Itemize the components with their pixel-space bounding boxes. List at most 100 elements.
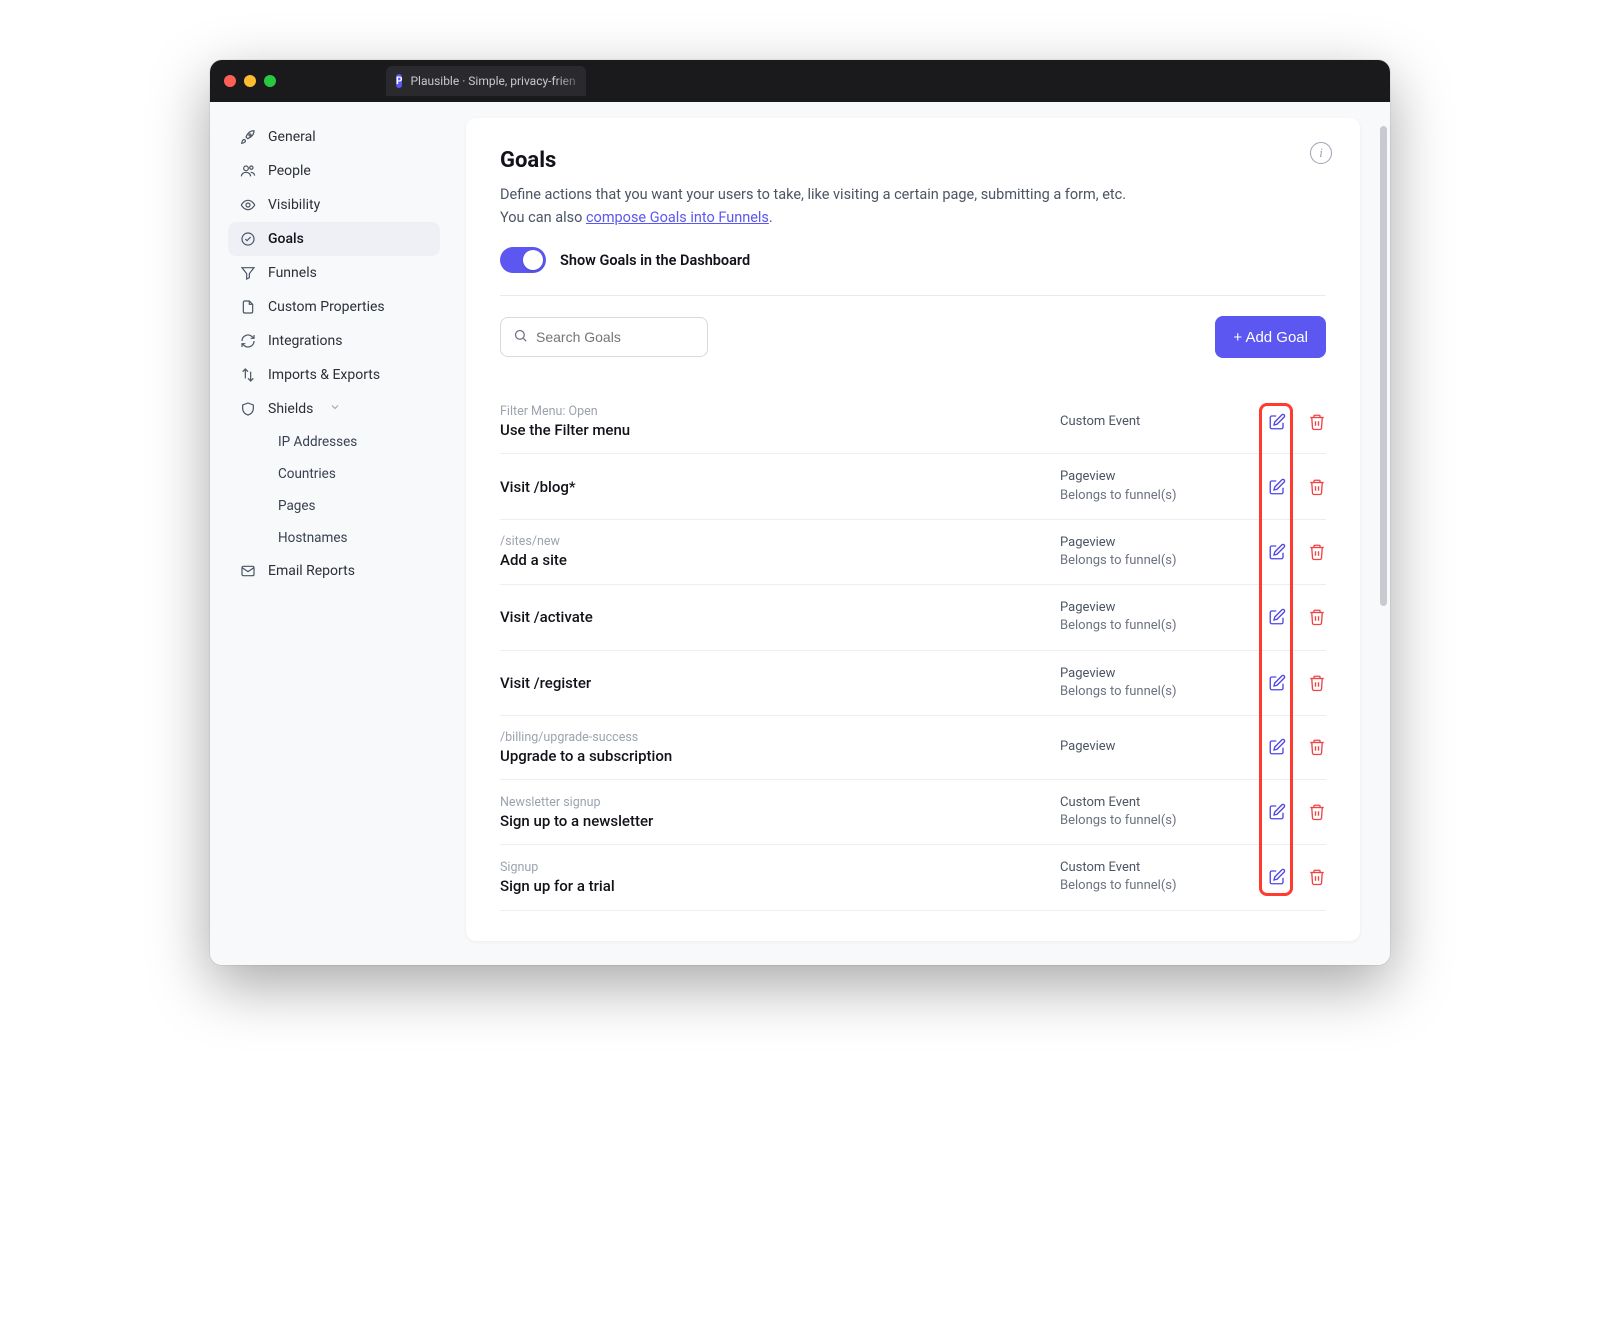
edit-goal-button[interactable]: [1268, 413, 1286, 431]
browser-tab[interactable]: P Plausible · Simple, privacy-frien: [386, 66, 586, 96]
goal-subtitle: Newsletter signup: [500, 795, 1060, 810]
goal-meta: Pageview Belongs to funnel(s): [1060, 468, 1250, 504]
goal-type: Pageview: [1060, 468, 1250, 486]
sidebar-item-general[interactable]: General: [228, 120, 440, 154]
goal-row: Signup Sign up for a trial Custom Event …: [500, 845, 1326, 910]
goal-type: Custom Event: [1060, 859, 1250, 877]
goal-meta: Pageview Belongs to funnel(s): [1060, 665, 1250, 701]
sidebar-item-label: Shields: [268, 401, 313, 417]
goal-type: Custom Event: [1060, 794, 1250, 812]
sidebar-subitem-countries[interactable]: Countries: [268, 458, 440, 490]
divider: [500, 295, 1326, 296]
goal-title: Use the Filter menu: [500, 421, 1060, 439]
scrollbar[interactable]: [1380, 126, 1387, 606]
toggle-label: Show Goals in the Dashboard: [560, 252, 750, 269]
favicon-icon: P: [396, 74, 402, 88]
goal-row: Newsletter signup Sign up to a newslette…: [500, 780, 1326, 845]
sidebar-item-label: Visibility: [268, 197, 320, 213]
edit-goal-button[interactable]: [1268, 478, 1286, 496]
sidebar-item-people[interactable]: People: [228, 154, 440, 188]
browser-window: P Plausible · Simple, privacy-frien Gene…: [210, 60, 1390, 965]
sidebar-item-email-reports[interactable]: Email Reports: [228, 554, 440, 588]
edit-goal-button[interactable]: [1268, 803, 1286, 821]
goal-meta: Pageview: [1060, 738, 1250, 756]
delete-goal-button[interactable]: [1308, 608, 1326, 626]
sidebar-item-integrations[interactable]: Integrations: [228, 324, 440, 358]
goals-list: Filter Menu: Open Use the Filter menu Cu…: [500, 400, 1326, 910]
goal-type: Pageview: [1060, 534, 1250, 552]
rocket-icon: [240, 129, 256, 145]
goal-belongs: Belongs to funnel(s): [1060, 812, 1250, 830]
edit-goal-button[interactable]: [1268, 674, 1286, 692]
titlebar: P Plausible · Simple, privacy-frien: [210, 60, 1390, 102]
minimize-window-button[interactable]: [244, 75, 256, 87]
sidebar-subitem-hostnames[interactable]: Hostnames: [268, 522, 440, 554]
funnel-icon: [240, 265, 256, 281]
refresh-icon: [240, 333, 256, 349]
goal-row: Visit /activate Pageview Belongs to funn…: [500, 585, 1326, 650]
edit-goal-button[interactable]: [1268, 543, 1286, 561]
desc-line1: Define actions that you want your users …: [500, 186, 1126, 203]
delete-goal-button[interactable]: [1308, 543, 1326, 561]
goal-title: Upgrade to a subscription: [500, 747, 1060, 765]
shield-icon: [240, 401, 256, 417]
delete-goal-button[interactable]: [1308, 868, 1326, 886]
goal-row: Visit /blog* Pageview Belongs to funnel(…: [500, 454, 1326, 519]
goal-belongs: Belongs to funnel(s): [1060, 877, 1250, 895]
goal-type: Custom Event: [1060, 413, 1250, 431]
sidebar: General People Visibility Goals: [210, 102, 450, 965]
sidebar-item-visibility[interactable]: Visibility: [228, 188, 440, 222]
main-content: i Goals Define actions that you want you…: [450, 102, 1390, 965]
goal-type: Pageview: [1060, 599, 1250, 617]
goal-meta: Custom Event: [1060, 413, 1250, 431]
sidebar-item-custom-properties[interactable]: Custom Properties: [228, 290, 440, 324]
delete-goal-button[interactable]: [1308, 738, 1326, 756]
goal-title: Visit /activate: [500, 608, 1060, 626]
edit-goal-button[interactable]: [1268, 868, 1286, 886]
delete-goal-button[interactable]: [1308, 674, 1326, 692]
goal-type: Pageview: [1060, 738, 1250, 756]
sidebar-subitem-ip-addresses[interactable]: IP Addresses: [268, 426, 440, 458]
sidebar-item-label: Custom Properties: [268, 299, 385, 315]
edit-goal-button[interactable]: [1268, 608, 1286, 626]
goal-title: Sign up to a newsletter: [500, 812, 1060, 830]
sidebar-item-label: People: [268, 163, 311, 179]
sidebar-item-label: General: [268, 129, 316, 145]
goals-card: i Goals Define actions that you want you…: [466, 118, 1360, 941]
maximize-window-button[interactable]: [264, 75, 276, 87]
delete-goal-button[interactable]: [1308, 413, 1326, 431]
sidebar-item-label: Funnels: [268, 265, 317, 281]
goal-subtitle: /sites/new: [500, 534, 1060, 549]
goal-row: Visit /register Pageview Belongs to funn…: [500, 651, 1326, 716]
sidebar-item-label: Imports & Exports: [268, 367, 380, 383]
window-controls: [224, 75, 276, 87]
arrows-up-down-icon: [240, 367, 256, 383]
sidebar-item-imports-exports[interactable]: Imports & Exports: [228, 358, 440, 392]
goal-subtitle: Signup: [500, 860, 1060, 875]
sidebar-item-funnels[interactable]: Funnels: [228, 256, 440, 290]
users-icon: [240, 163, 256, 179]
add-goal-button[interactable]: + Add Goal: [1215, 316, 1326, 358]
shields-submenu: IP Addresses Countries Pages Hostnames: [228, 426, 440, 554]
sidebar-item-shields[interactable]: Shields: [228, 392, 440, 426]
check-circle-icon: [240, 231, 256, 247]
sidebar-subitem-pages[interactable]: Pages: [268, 490, 440, 522]
info-icon[interactable]: i: [1310, 142, 1332, 164]
search-input[interactable]: [536, 329, 717, 345]
goal-title: Visit /register: [500, 674, 1060, 692]
compose-funnels-link[interactable]: compose Goals into Funnels: [586, 209, 769, 226]
tab-title: Plausible · Simple, privacy-frien: [410, 74, 575, 88]
sidebar-item-goals[interactable]: Goals: [228, 222, 440, 256]
delete-goal-button[interactable]: [1308, 803, 1326, 821]
edit-goal-button[interactable]: [1268, 738, 1286, 756]
show-goals-toggle[interactable]: [500, 247, 546, 273]
desc-prefix: You can also: [500, 209, 586, 226]
close-window-button[interactable]: [224, 75, 236, 87]
goal-row: /billing/upgrade-success Upgrade to a su…: [500, 716, 1326, 780]
goal-meta: Pageview Belongs to funnel(s): [1060, 534, 1250, 570]
goal-subtitle: /billing/upgrade-success: [500, 730, 1060, 745]
goal-belongs: Belongs to funnel(s): [1060, 552, 1250, 570]
page-title: Goals: [500, 148, 1326, 173]
search-goals-field[interactable]: [500, 317, 708, 357]
delete-goal-button[interactable]: [1308, 478, 1326, 496]
